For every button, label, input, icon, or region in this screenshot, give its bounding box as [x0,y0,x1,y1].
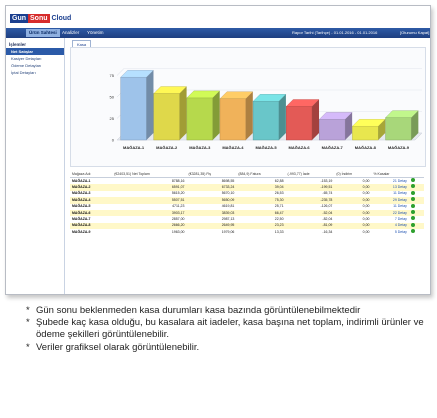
x-tick-label: MAĞAZA-6 [289,145,311,150]
sidebar: İşlemler Net Satışlar Kasiyer Detayları … [6,38,65,294]
value-cell: -16,34 [322,229,333,234]
sidebar-item-net-sales[interactable]: Net Satışlar [6,48,64,55]
bar-side [245,91,253,140]
note-3: * Veriler grafiksel olarak görüntülenebil… [26,342,426,354]
column-header[interactable]: Mağaza Adı [70,170,113,178]
x-tick-label: MAĞAZA-9 [388,145,410,150]
bar [252,101,280,141]
bar-chart-panel: 75 50 25 0 MAĞAZA-1 MAĞAZA-2 MAĞAZA-3 MAĞAZA-4 M… [70,47,426,167]
note-1: * Gün sonu beklenmeden kasa durumları kas… [26,305,426,317]
main-content: Kasa 75 50 25 0 MAĞAZA-1 MAĞAZA-2 MAĞAZA-3 MAĞA… [68,40,426,290]
logo-part-3: Cloud [51,14,72,22]
x-tick-label: MAĞAZA-2 [156,145,178,150]
detail-link[interactable]: 21 Detay [371,178,408,185]
status-dot-icon [410,229,415,234]
bar [385,117,412,141]
bar [153,93,180,141]
value-cell: 0,00 [362,229,370,234]
bar [186,97,213,141]
bar-side [312,99,320,140]
logo-part-1: Gun [10,13,28,23]
status-dot-icon [410,222,415,227]
nav-tab-1[interactable]: Ürün Sahtesi [26,29,60,37]
status-dot-icon [410,178,415,182]
x-tick-label: MAĞAZA-1 [123,145,145,150]
column-header[interactable]: % Kasalar [371,170,409,178]
bar [352,126,379,141]
x-tick-label: MAĞAZA-5 [255,145,277,150]
column-header[interactable] [408,170,424,178]
table-header-row: Mağaza Adı (€2403,51) Net Toplam (€3281,35… [70,170,424,178]
nav-bar: Ürün Sahtesi Analizler Yönetim Rapor Tar… [6,28,430,38]
logout-link[interactable]: [Oturumu Kapat] [400,29,429,37]
status-dot-icon [410,203,415,208]
value-cell: 8788,16 [171,178,185,183]
detail-link[interactable]: 5 Detay [371,229,408,235]
nav-tab-2[interactable]: Analizler [59,29,82,37]
note-bullet: * [26,305,30,316]
store-table: Mağaza Adı (€2403,51) Net Toplam (€3281,35… [70,170,424,236]
status-dot-icon [410,190,415,195]
y-tick-label: 25 [110,116,115,121]
value-cell: 8698,55 [221,178,235,183]
x-tick-label: MAĞAZA-8 [355,145,377,150]
bar [285,106,313,141]
y-tick-label: 0 [112,138,115,143]
sidebar-item-cancel-details[interactable]: İptal Detayları [6,69,64,76]
column-header[interactable]: (€3281,35) Fiş [186,170,237,178]
note-text: Veriler grafiksel olarak görüntülenebili… [36,341,200,353]
top-bar: Gun Sonu Cloud [6,6,430,28]
value-cell: 13,33 [274,229,284,234]
bar-side [278,94,286,140]
status-dot-icon [410,210,415,215]
sidebar-item-payment-details[interactable]: Ödeme Detayları [6,62,64,69]
sidebar-item-cashier-details[interactable]: Kasiyer Detayları [6,55,64,62]
y-gridline [116,68,125,76]
bar-chart: 75 50 25 0 MAĞAZA-1 MAĞAZA-2 MAĞAZA-3 MAĞAZA-4 M… [110,68,423,150]
note-2: * Şubede kaç kasa olduğu, bu kasalara ait… [26,317,426,341]
report-date-info: Rapor Tarihi (Tarihçe) - 01.01.2016 - 01… [292,30,378,35]
store-table-panel: Mağaza Adı (€2403,51) Net Toplam (€3281,35… [70,170,424,240]
table-body: MAĞAZA-1 8788,16 8698,55 62,88 -153,19 0,00 21… [70,178,424,236]
y-tick-label: 75 [110,73,115,78]
x-tick-label: MAĞAZA-3 [189,145,211,150]
note-text: Şubede kaç kasa olduğu, bu kasalara ait … [36,317,424,341]
bar-side [179,86,187,140]
app-logo[interactable]: Gun Sonu Cloud [10,12,71,24]
feature-notes: * Gün sonu beklenmeden kasa durumları kas… [26,305,426,354]
app-window: Gun Sonu Cloud Ürün Sahtesi Analizler Yö… [5,5,431,295]
bar-side [146,70,154,140]
value-cell: 0,00 [362,178,370,183]
status-dot-icon [410,197,415,202]
logo-part-2: Sonu [28,13,50,23]
note-bullet: * [26,341,30,353]
value-cell: -153,19 [320,178,333,183]
bar [319,119,346,141]
store-name-cell: MAĞAZA-1 [72,178,91,183]
column-header[interactable]: (884,9) Fatura [236,170,286,178]
bar [219,98,247,141]
bar [120,77,147,141]
status-cell [409,229,424,235]
table-row[interactable]: MAĞAZA-9 1963,00 1979,06 13,33 -16,34 0,00 5 D… [70,229,424,235]
value-cell: 1963,00 [171,229,185,234]
value-cell: 1979,06 [221,229,235,234]
y-tick-label: 50 [110,95,115,100]
note-bullet: * [26,317,30,329]
status-cell [409,178,424,185]
nav-tab-3[interactable]: Yönetim [84,29,107,37]
table-row[interactable]: MAĞAZA-1 8788,16 8698,55 62,88 -153,19 0,00 21… [70,178,424,185]
x-tick-label: MAĞAZA-4 [222,145,244,150]
column-header[interactable]: (-993,77) İade [285,170,335,178]
x-tick-label: MAĞAZA-7 [322,145,344,150]
column-header[interactable]: (0) İndirim [334,170,372,178]
column-header[interactable]: (€2403,51) Net Toplam [112,170,187,178]
sidebar-title: İşlemler [9,42,27,47]
note-text: Gün sonu beklenmeden kasa durumları kasa… [36,305,361,316]
status-dot-icon [410,184,415,189]
store-name-cell: MAĞAZA-9 [72,229,91,234]
bar-side [212,90,220,140]
status-dot-icon [410,216,415,221]
value-cell: 62,88 [274,178,284,183]
